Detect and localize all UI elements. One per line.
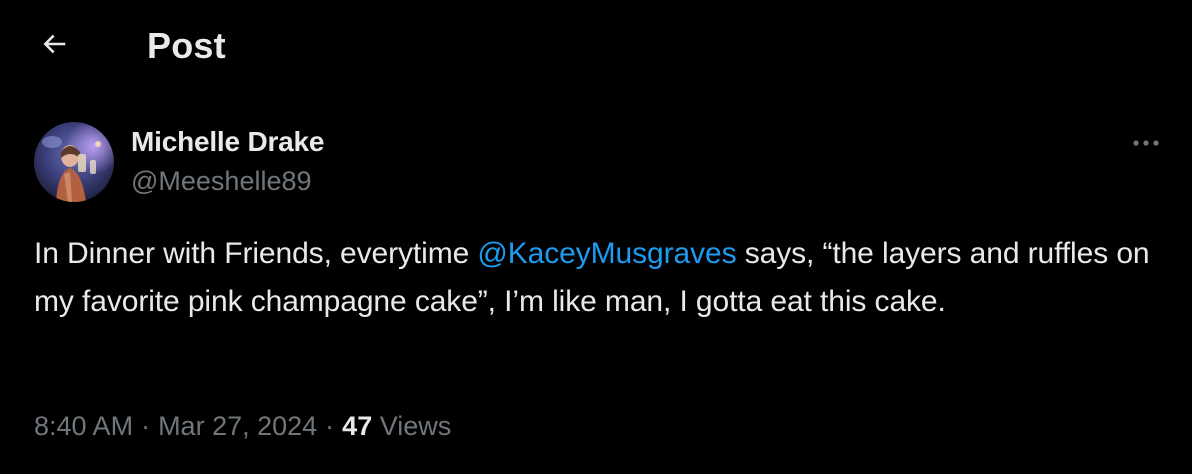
ellipsis-icon <box>1133 140 1159 146</box>
back-button[interactable] <box>34 24 74 64</box>
mention-link[interactable]: @KaceyMusgraves <box>477 237 736 270</box>
meta-separator: · <box>325 411 335 441</box>
more-options-button[interactable] <box>1128 128 1164 158</box>
avatar[interactable] <box>34 122 114 202</box>
arrow-left-icon <box>43 34 66 54</box>
author-display-name[interactable]: Michelle Drake <box>131 124 324 160</box>
post-detail-view: Post Michelle Drake @Meeshelle89 In Dinn… <box>0 0 1192 474</box>
author-names: Michelle Drake @Meeshelle89 <box>131 124 324 198</box>
views-label: Views <box>379 411 452 441</box>
author-handle[interactable]: @Meeshelle89 <box>131 164 324 198</box>
post-time-link[interactable]: 8:40 AM <box>34 411 133 441</box>
post-text-part: In Dinner with Friends, everytime <box>34 237 478 270</box>
post-date: Mar 27, 2024 <box>158 411 318 441</box>
post-metadata: 8:40 AM · Mar 27, 2024 · 47 Views <box>34 406 451 446</box>
profile-photo <box>34 122 114 202</box>
post-time: 8:40 AM <box>34 411 134 441</box>
views-count: 47 <box>342 411 373 441</box>
post-author-row: Michelle Drake @Meeshelle89 <box>34 122 1164 202</box>
views-link[interactable]: 47 Views <box>342 411 451 441</box>
top-navigation-bar: Post <box>0 0 1192 92</box>
meta-separator: · <box>141 411 151 441</box>
post-text: In Dinner with Friends, everytime @Kacey… <box>34 230 1174 326</box>
page-title: Post <box>147 25 226 66</box>
post-date-link[interactable]: Mar 27, 2024 <box>158 411 317 441</box>
